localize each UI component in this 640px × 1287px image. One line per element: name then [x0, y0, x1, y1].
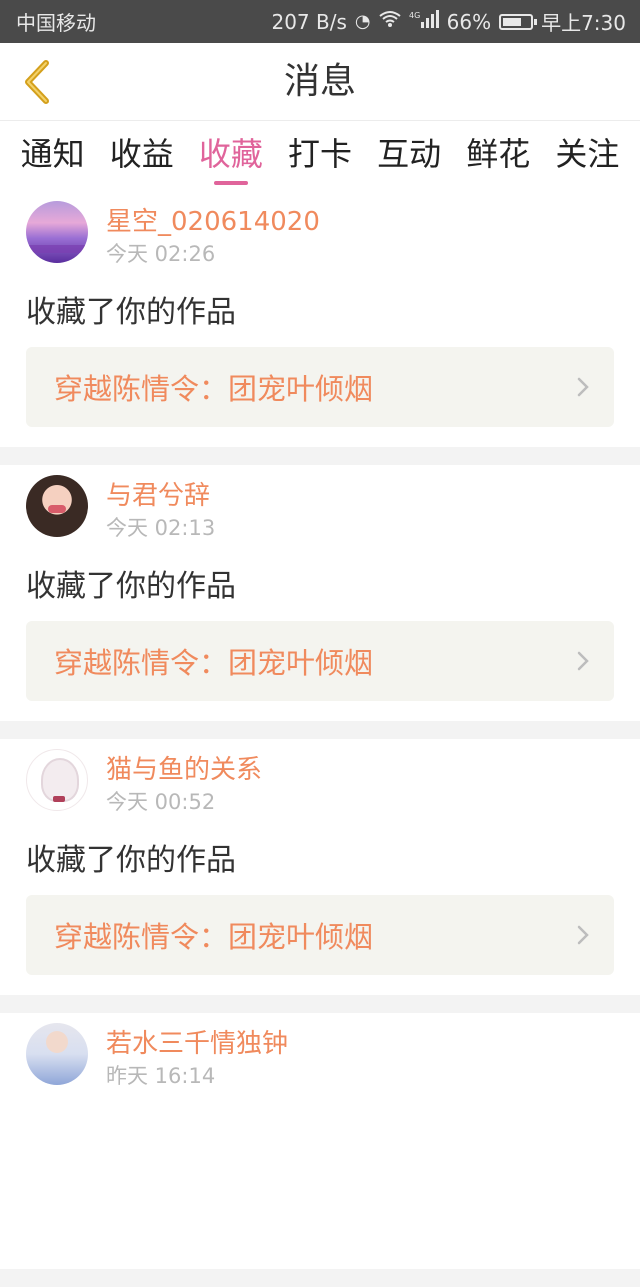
work-title: 穿越陈情令：团宠叶倾烟	[54, 920, 374, 954]
tab-flowers[interactable]: 鲜花	[462, 121, 534, 191]
action-text: 收藏了你的作品	[26, 843, 236, 878]
message-header: 猫与鱼的关系 今天 00:52	[26, 739, 614, 817]
work-link[interactable]: 穿越陈情令：团宠叶倾烟	[26, 621, 614, 701]
tab-interaction[interactable]: 互动	[373, 121, 445, 191]
page-title: 消息	[283, 61, 356, 102]
action-text: 收藏了你的作品	[26, 569, 236, 604]
signal-icon: 4G	[409, 10, 439, 33]
nav-bar: 消息	[0, 43, 640, 121]
username[interactable]: 与君兮辞	[106, 479, 215, 513]
message-card: 猫与鱼的关系 今天 00:52 收藏了你的作品 穿越陈情令：团宠叶倾烟	[0, 739, 640, 995]
message-card: 若水三千情独钟 昨天 16:14	[0, 1013, 640, 1269]
battery-percent: 66%	[446, 9, 492, 34]
username[interactable]: 猫与鱼的关系	[106, 753, 262, 787]
message-meta: 若水三千情独钟 昨天 16:14	[106, 1023, 288, 1091]
message-meta: 猫与鱼的关系 今天 00:52	[106, 749, 262, 817]
avatar[interactable]	[26, 1023, 88, 1085]
chevron-right-icon	[577, 651, 589, 671]
tab-notification[interactable]: 通知	[17, 121, 89, 191]
battery-icon	[499, 13, 538, 30]
category-tabs: 通知 收益 收藏 打卡 互动 鲜花 关注	[0, 121, 640, 191]
username[interactable]: 星空_020614020	[106, 205, 320, 239]
chevron-left-icon	[25, 60, 49, 104]
clock: 早上7:30	[541, 11, 626, 35]
timestamp: 今天 02:13	[106, 516, 216, 540]
tab-checkin[interactable]: 打卡	[284, 121, 356, 191]
tab-earnings[interactable]: 收益	[106, 121, 178, 191]
back-button[interactable]	[12, 55, 62, 109]
status-icons: 207 B/s ◔ 4G 66% 早上7:30	[271, 7, 626, 36]
message-list: 星空_020614020 今天 02:26 收藏了你的作品 穿越陈情令：团宠叶倾…	[0, 191, 640, 1287]
timestamp: 昨天 16:14	[106, 1064, 216, 1088]
network-type: 4G	[409, 11, 420, 20]
tab-favorites[interactable]: 收藏	[195, 121, 267, 191]
avatar[interactable]	[26, 475, 88, 537]
work-title: 穿越陈情令：团宠叶倾烟	[54, 646, 374, 680]
message-meta: 与君兮辞 今天 02:13	[106, 475, 215, 543]
message-header: 若水三千情独钟 昨天 16:14	[26, 1013, 614, 1091]
message-header: 星空_020614020 今天 02:26	[26, 191, 614, 269]
timestamp: 今天 00:52	[106, 790, 216, 814]
carrier-label: 中国移动	[16, 11, 96, 35]
message-header: 与君兮辞 今天 02:13	[26, 465, 614, 543]
chevron-right-icon	[577, 377, 589, 397]
wifi-icon	[379, 10, 401, 33]
username[interactable]: 若水三千情独钟	[106, 1027, 288, 1061]
avatar[interactable]	[26, 749, 88, 811]
hd-icon: ◔	[354, 11, 371, 32]
avatar[interactable]	[26, 201, 88, 263]
action-text: 收藏了你的作品	[26, 295, 236, 330]
message-card: 星空_020614020 今天 02:26 收藏了你的作品 穿越陈情令：团宠叶倾…	[0, 191, 640, 447]
network-speed: 207 B/s	[271, 9, 347, 34]
timestamp: 今天 02:26	[106, 242, 216, 266]
work-link[interactable]: 穿越陈情令：团宠叶倾烟	[26, 347, 614, 427]
work-title: 穿越陈情令：团宠叶倾烟	[54, 372, 374, 406]
message-card: 与君兮辞 今天 02:13 收藏了你的作品 穿越陈情令：团宠叶倾烟	[0, 465, 640, 721]
chevron-right-icon	[577, 925, 589, 945]
work-link[interactable]: 穿越陈情令：团宠叶倾烟	[26, 895, 614, 975]
tab-follow[interactable]: 关注	[551, 121, 623, 191]
status-bar: 中国移动 207 B/s ◔ 4G 66% 早上7:30	[0, 0, 640, 43]
message-meta: 星空_020614020 今天 02:26	[106, 201, 320, 269]
